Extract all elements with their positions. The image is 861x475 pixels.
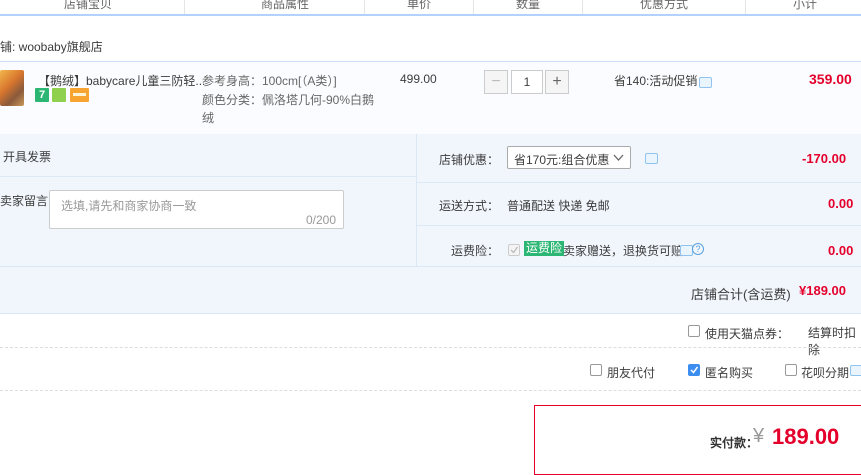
payment-label: 实付款： bbox=[710, 436, 759, 450]
shop-discount-label: 店铺优惠： bbox=[439, 153, 500, 167]
anonymous-label: 匿名购买 bbox=[705, 366, 754, 380]
shop-total-label: 店铺合计(含运费) bbox=[691, 287, 791, 302]
huabei-label: 花呗分期 bbox=[801, 366, 850, 380]
check-icon bbox=[510, 246, 519, 254]
friend-pay-label: 朋友代付 bbox=[607, 366, 656, 380]
shop-discount-select[interactable]: 省170元:组合优惠 bbox=[507, 146, 631, 169]
shop-name[interactable]: 铺: woobaby旗舰店 bbox=[0, 38, 103, 55]
shipping-method: 普通配送 快递 免邮 bbox=[507, 199, 610, 213]
table-header: 店铺宝贝 商品属性 单价 数量 优惠方式 小计 bbox=[0, 0, 861, 16]
service-badge-icon bbox=[52, 88, 66, 102]
unit-price: 499.00 bbox=[400, 72, 437, 86]
message-placeholder: 选填,请先和商家协商一致 bbox=[61, 199, 197, 213]
shop-discount-value: 省170元:组合优惠 bbox=[514, 153, 610, 167]
item-subtotal: 359.00 bbox=[809, 71, 852, 87]
coupon-note: 结算时扣除 bbox=[808, 326, 857, 357]
product-title[interactable]: 【鹅绒】babycare儿童三防轻... bbox=[38, 72, 205, 89]
shop-total-amount: ¥189.00 bbox=[799, 283, 846, 298]
insurance-checkbox[interactable] bbox=[508, 244, 520, 256]
increase-button[interactable]: + bbox=[545, 70, 569, 94]
huabei-checkbox[interactable] bbox=[785, 364, 797, 376]
col-discount: 优惠方式 bbox=[640, 0, 689, 11]
help-icon[interactable]: ? bbox=[692, 243, 704, 255]
currency-symbol: ¥ bbox=[753, 425, 765, 447]
quantity-input[interactable]: 1 bbox=[511, 70, 543, 94]
anonymous-checkbox[interactable] bbox=[688, 364, 700, 376]
friend-pay-checkbox[interactable] bbox=[590, 364, 602, 376]
coupon-checkbox[interactable] bbox=[688, 325, 700, 337]
insurance-amount: 0.00 bbox=[828, 243, 854, 258]
item-discount: 省140:活动促销 bbox=[614, 74, 698, 88]
check-icon bbox=[690, 366, 699, 374]
col-price: 单价 bbox=[407, 0, 432, 11]
insurance-text: 卖家赠送，退换货可赔 bbox=[563, 244, 684, 258]
product-thumbnail[interactable] bbox=[0, 70, 24, 106]
shop-discount-amount: -170.00 bbox=[802, 151, 847, 166]
decrease-button[interactable]: − bbox=[484, 70, 508, 94]
col-quantity: 数量 bbox=[516, 0, 541, 11]
col-shop-item: 店铺宝贝 bbox=[64, 0, 113, 11]
message-textarea[interactable]: 选填,请先和商家协商一致 0/200 bbox=[49, 190, 344, 229]
insurance-badge: 运费险 bbox=[524, 241, 565, 256]
chat-icon[interactable] bbox=[850, 365, 861, 376]
col-subtotal: 小计 bbox=[793, 0, 818, 11]
insurance-label: 运费险： bbox=[451, 244, 500, 258]
shipping-label: 运送方式： bbox=[439, 199, 500, 213]
attr-height: 参考身高：100cm[（A类）] bbox=[202, 74, 337, 88]
chevron-down-icon bbox=[613, 154, 624, 161]
shipping-amount: 0.00 bbox=[828, 196, 854, 211]
attr-color-cont: 绒 bbox=[202, 111, 215, 125]
chat-icon[interactable] bbox=[680, 245, 693, 256]
message-counter: 0/200 bbox=[305, 213, 336, 227]
payment-amount: 189.00 bbox=[772, 424, 840, 449]
attr-color: 颜色分类：佩洛塔几何-90%白鹅 bbox=[202, 93, 375, 107]
seven-day-return-icon: 7 bbox=[35, 88, 49, 102]
chat-icon[interactable] bbox=[699, 77, 712, 88]
chat-icon[interactable] bbox=[645, 153, 658, 164]
coupon-label: 使用天猫点券： bbox=[705, 327, 790, 341]
credit-card-icon bbox=[70, 88, 89, 102]
invoice-label[interactable]: 开具发票 bbox=[3, 148, 51, 165]
col-attributes: 商品属性 bbox=[261, 0, 310, 11]
